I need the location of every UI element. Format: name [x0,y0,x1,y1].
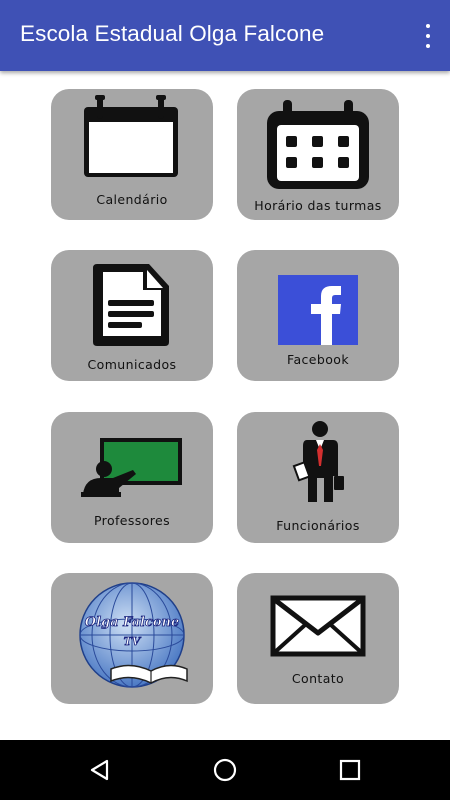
logo-text-tv: TV [124,635,142,648]
logo-text-name: Olga Falcone [85,615,180,630]
tile-olga-falcone-tv[interactable]: Olga Falcone TV [51,573,213,704]
back-triangle-icon[interactable] [85,755,115,785]
tile-funcionarios[interactable]: Funcionários [237,412,399,543]
home-circle-icon[interactable] [210,755,240,785]
tile-facebook[interactable]: Facebook [237,250,399,381]
globe-book-logo: Olga Falcone TV [79,582,188,688]
app-title: Escola Estadual Olga Falcone [20,21,325,46]
more-vert-icon[interactable] [422,24,434,48]
tile-horario-das-turmas[interactable]: Horário das turmas [237,89,399,220]
app-bar: Escola Estadual Olga Falcone [0,0,450,71]
system-nav-bar [0,740,450,800]
tile-label: Professores [93,513,171,528]
tile-contato[interactable]: Contato [237,573,399,704]
tile-label: Funcionários [276,518,360,533]
tile-label: Facebook [287,352,349,367]
tile-calendario[interactable]: Calendário [51,89,213,220]
recents-square-icon[interactable] [335,755,365,785]
tile-professores[interactable]: Professores [51,412,213,543]
tile-label: Horário das turmas [254,198,382,213]
tile-label: Comunicados [87,357,177,372]
tile-label: Contato [291,671,345,686]
tile-comunicados[interactable]: Comunicados [51,250,213,381]
tile-label: Calendário [96,192,168,207]
